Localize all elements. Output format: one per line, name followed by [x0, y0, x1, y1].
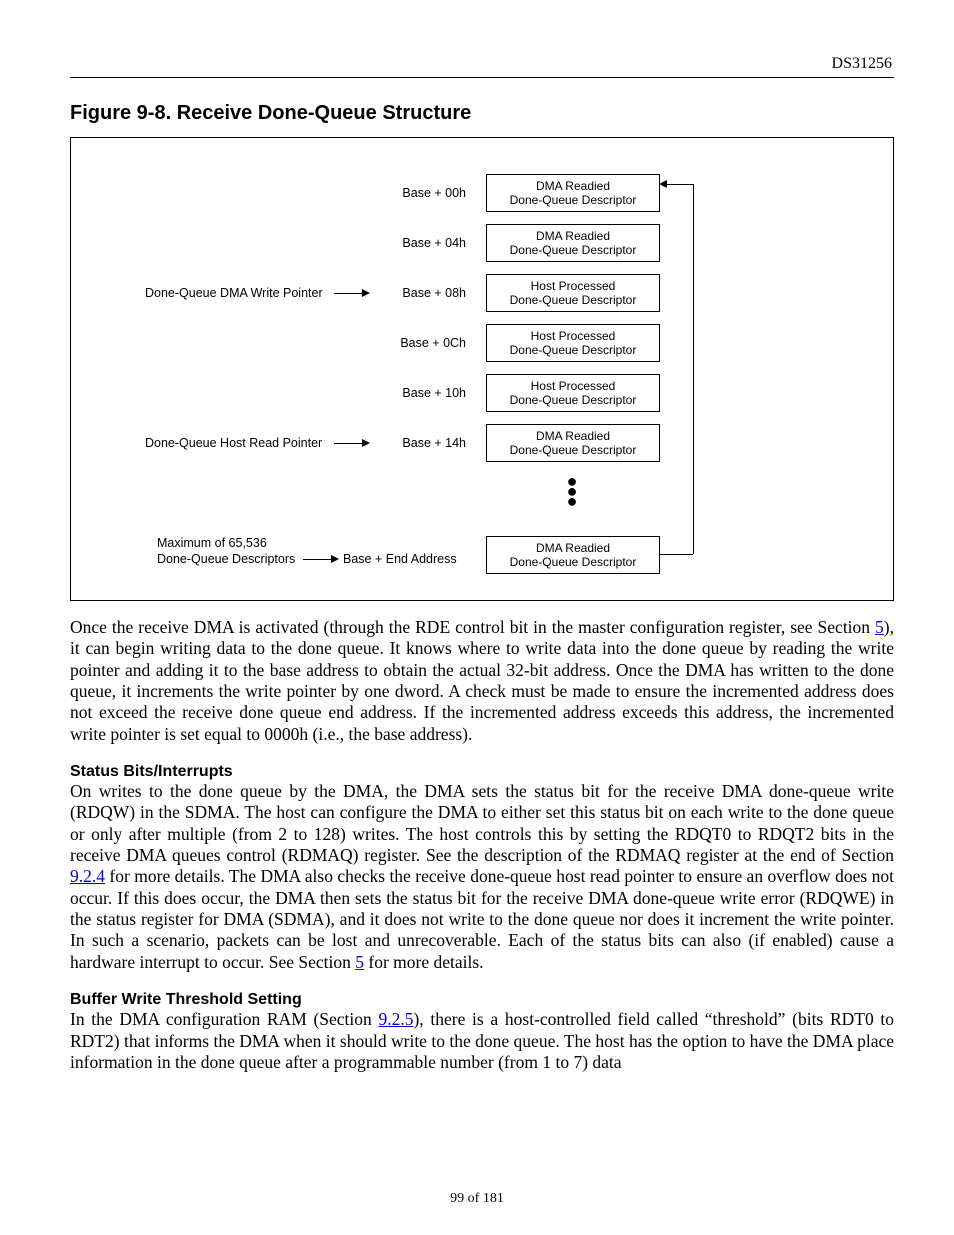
descriptor-row: DMA Readied Done-Queue Descriptor: [486, 424, 660, 462]
document-id: DS31256: [70, 55, 894, 73]
loop-line: [667, 184, 693, 185]
descriptor-row: Host Processed Done-Queue Descriptor: [486, 324, 660, 362]
arrow-line: [334, 293, 362, 294]
offset-label: Base + 08h: [386, 286, 466, 300]
desc-text: Done-Queue Descriptor: [510, 343, 637, 357]
descriptor-row: DMA Readied Done-Queue Descriptor: [486, 224, 660, 262]
paragraph: Once the receive DMA is activated (throu…: [70, 617, 894, 745]
text: for more details.: [364, 952, 484, 972]
section-link[interactable]: 9.2.5: [378, 1009, 413, 1029]
desc-text: DMA Readied: [536, 179, 610, 193]
subheading: Status Bits/Interrupts: [70, 763, 894, 781]
desc-text: DMA Readied: [536, 541, 610, 555]
section-link[interactable]: 9.2.4: [70, 866, 105, 886]
text: Once the receive DMA is activated (throu…: [70, 617, 875, 637]
desc-text: Host Processed: [531, 379, 616, 393]
ellipsis-icon: ●●●: [486, 476, 658, 506]
desc-text: Done-Queue Descriptor: [510, 555, 637, 569]
paragraph: In the DMA configuration RAM (Section 9.…: [70, 1009, 894, 1073]
figure-title: Figure 9-8. Receive Done-Queue Structure: [70, 102, 894, 125]
arrow-left-icon: [659, 180, 667, 188]
paragraph: On writes to the done queue by the DMA, …: [70, 781, 894, 973]
offset-label: Base + 14h: [386, 436, 466, 450]
offset-label: Base + 0Ch: [386, 336, 466, 350]
arrow-right-icon: [362, 439, 370, 447]
desc-text: Done-Queue Descriptor: [510, 293, 637, 307]
arrow-line: [303, 559, 331, 560]
text: On writes to the done queue by the DMA, …: [70, 781, 894, 865]
offset-label: Base + 10h: [386, 386, 466, 400]
section-link[interactable]: 5: [355, 952, 364, 972]
descriptor-row: DMA Readied Done-Queue Descriptor: [486, 536, 660, 574]
descriptor-row: Host Processed Done-Queue Descriptor: [486, 374, 660, 412]
page: DS31256 Figure 9-8. Receive Done-Queue S…: [0, 0, 954, 1235]
arrow-right-icon: [362, 289, 370, 297]
desc-text: Done-Queue Descriptor: [510, 393, 637, 407]
desc-text: DMA Readied: [536, 229, 610, 243]
descriptor-row: Host Processed Done-Queue Descriptor: [486, 274, 660, 312]
desc-text: Done-Queue Descriptor: [510, 243, 637, 257]
offset-label: Base + 04h: [386, 236, 466, 250]
text: In the DMA configuration RAM (Section: [70, 1009, 378, 1029]
dma-write-pointer-label: Done-Queue DMA Write Pointer: [145, 286, 323, 300]
offset-label: Base + 00h: [386, 186, 466, 200]
loop-line: [659, 554, 693, 555]
max-descriptors-label: Done-Queue Descriptors: [157, 552, 295, 566]
figure-diagram: DMA Readied Done-Queue Descriptor DMA Re…: [70, 137, 894, 601]
subheading: Buffer Write Threshold Setting: [70, 991, 894, 1009]
desc-text: Done-Queue Descriptor: [510, 193, 637, 207]
section-link[interactable]: 5: [875, 617, 884, 637]
base-end-address-label: Base + End Address: [343, 552, 457, 566]
arrow-line: [334, 443, 362, 444]
max-descriptors-label: Maximum of 65,536: [157, 536, 267, 550]
page-number: 99 of 181: [0, 1191, 954, 1207]
descriptor-row: DMA Readied Done-Queue Descriptor: [486, 174, 660, 212]
desc-text: DMA Readied: [536, 429, 610, 443]
desc-text: Done-Queue Descriptor: [510, 443, 637, 457]
desc-text: Host Processed: [531, 329, 616, 343]
host-read-pointer-label: Done-Queue Host Read Pointer: [145, 436, 322, 450]
desc-text: Host Processed: [531, 279, 616, 293]
arrow-right-icon: [331, 555, 339, 563]
loop-line: [693, 184, 694, 554]
header-rule: [70, 77, 894, 78]
